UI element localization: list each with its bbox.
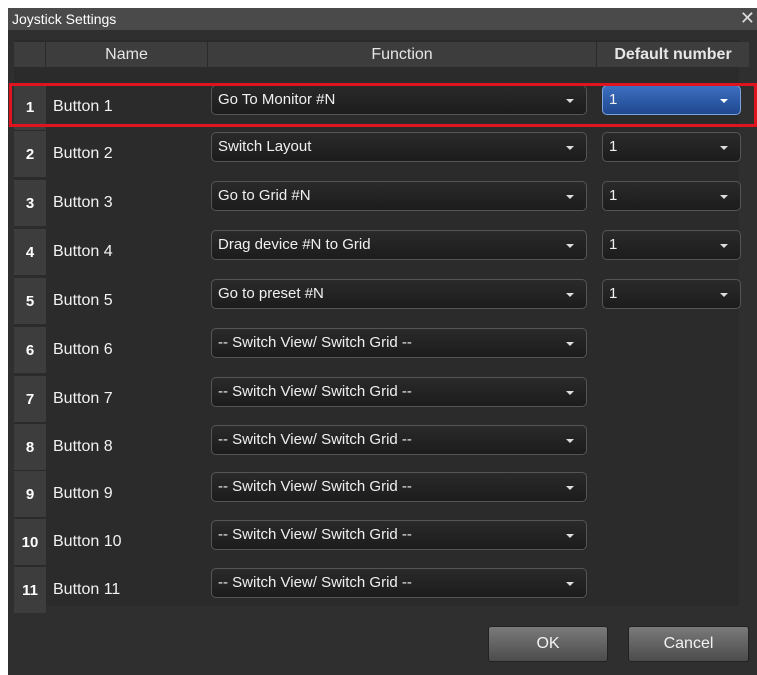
chevron-down-icon [720,244,728,248]
row-number: 5 [14,278,46,324]
row-number: 7 [14,376,46,422]
default-number-dropdown[interactable]: 1 [602,230,741,260]
cancel-button[interactable]: Cancel [628,626,749,662]
function-dropdown[interactable]: Go to Grid #N [211,181,587,211]
function-value: -- Switch View/ Switch Grid -- [218,526,412,543]
header-number [14,42,46,67]
chevron-down-icon [720,195,728,199]
chevron-down-icon [566,534,574,538]
chevron-down-icon [566,244,574,248]
chevron-down-icon [566,293,574,297]
chevron-down-icon [566,582,574,586]
row-name: Button 9 [53,485,113,502]
row-number: 1 [14,84,46,130]
chevron-down-icon [566,146,574,150]
row-name: Button 7 [53,390,113,407]
function-value: Go To Monitor #N [218,91,336,108]
chevron-down-icon [566,439,574,443]
close-icon[interactable]: ✕ [740,8,755,28]
function-value: -- Switch View/ Switch Grid -- [218,574,412,591]
window-title: Joystick Settings [12,11,117,27]
chevron-down-icon [720,293,728,297]
function-dropdown[interactable]: Go to preset #N [211,279,587,309]
function-dropdown[interactable]: -- Switch View/ Switch Grid -- [211,425,587,455]
row-name: Button 5 [53,292,113,309]
row-name: Button 4 [53,243,113,260]
row-number: 10 [14,519,46,565]
default-number-value: 1 [609,285,618,302]
default-number-dropdown[interactable]: 1 [602,132,741,162]
function-dropdown[interactable]: -- Switch View/ Switch Grid -- [211,472,587,502]
row-number: 6 [14,327,46,373]
function-value: Switch Layout [218,138,312,155]
function-value: Drag device #N to Grid [218,236,371,253]
default-number-dropdown[interactable]: 1 [602,85,741,115]
chevron-down-icon [566,342,574,346]
function-value: -- Switch View/ Switch Grid -- [218,478,412,495]
function-dropdown[interactable]: -- Switch View/ Switch Grid -- [211,377,587,407]
function-value: Go to Grid #N [218,187,311,204]
function-value: -- Switch View/ Switch Grid -- [218,334,412,351]
row-number: 4 [14,229,46,275]
row-number: 8 [14,424,46,470]
header-name: Name [46,42,208,67]
default-number-dropdown[interactable]: 1 [602,181,741,211]
ok-button[interactable]: OK [488,626,608,662]
row-name: Button 8 [53,438,113,455]
function-value: -- Switch View/ Switch Grid -- [218,383,412,400]
function-dropdown[interactable]: -- Switch View/ Switch Grid -- [211,568,587,598]
chevron-down-icon [720,146,728,150]
header-function: Function [208,42,597,67]
row-number: 9 [14,471,46,517]
header-default-number: Default number [597,42,749,67]
row-name: Button 11 [53,581,121,598]
chevron-down-icon [720,99,728,103]
default-number-dropdown[interactable]: 1 [602,279,741,309]
default-number-value: 1 [609,187,618,204]
chevron-down-icon [566,99,574,103]
title-bar: Joystick Settings ✕ [8,8,757,30]
row-number: 2 [14,131,46,177]
row-number: 11 [14,567,46,613]
function-dropdown[interactable]: Switch Layout [211,132,587,162]
function-dropdown[interactable]: Drag device #N to Grid [211,230,587,260]
default-number-value: 1 [609,236,618,253]
function-dropdown[interactable]: -- Switch View/ Switch Grid -- [211,520,587,550]
chevron-down-icon [566,486,574,490]
row-name: Button 2 [53,145,113,162]
row-name: Button 6 [53,341,113,358]
chevron-down-icon [566,391,574,395]
row-name: Button 10 [53,533,122,550]
function-dropdown[interactable]: -- Switch View/ Switch Grid -- [211,328,587,358]
chevron-down-icon [566,195,574,199]
row-name: Button 3 [53,194,113,211]
row-name: Button 1 [53,98,113,115]
function-value: Go to preset #N [218,285,324,302]
default-number-value: 1 [609,138,618,155]
function-dropdown[interactable]: Go To Monitor #N [211,85,587,115]
default-number-value: 1 [609,91,618,108]
function-value: -- Switch View/ Switch Grid -- [218,431,412,448]
row-number: 3 [14,180,46,226]
